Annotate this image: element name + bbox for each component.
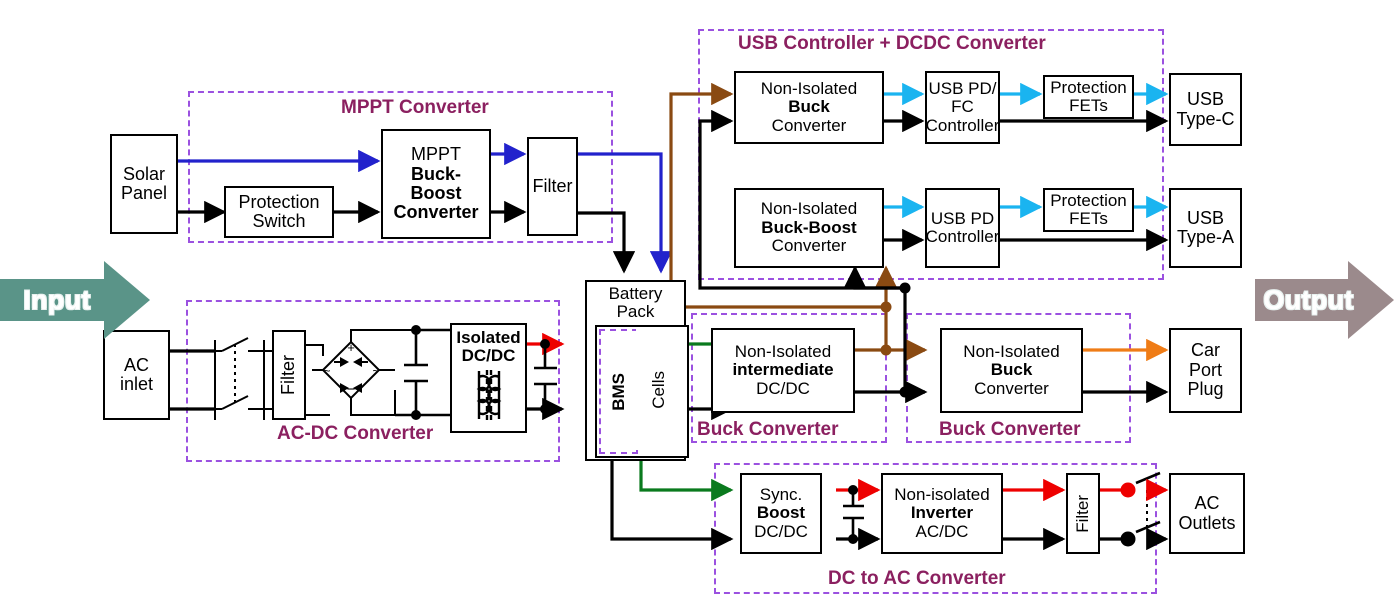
block-label: Controller	[925, 115, 1000, 135]
block-label: Non-Isolated	[734, 341, 832, 361]
block-label: Type-A	[1176, 227, 1235, 247]
block-car-buck[interactable]: Non-Isolated Buck Converter	[940, 328, 1083, 413]
block-usb-c-protection-fets[interactable]: Protection FETs	[1043, 75, 1134, 119]
block-diagram-canvas: MPPT Converter USB Controller + DCDC Con…	[0, 0, 1394, 609]
block-label: Pack	[616, 302, 655, 322]
block-label: FETs	[1069, 96, 1108, 115]
group-label-buck1: Buck Converter	[697, 419, 839, 440]
output-arrow: Output	[1255, 261, 1394, 339]
group-label-usb: USB Controller + DCDC Converter	[738, 33, 1046, 54]
block-label: DC/DC	[756, 378, 810, 398]
block-label: USB	[1186, 207, 1224, 228]
block-label: Switch	[252, 211, 306, 231]
block-label: Non-Isolated	[760, 78, 858, 98]
block-label: MPPT	[410, 144, 461, 165]
block-sync-boost[interactable]: Sync. Boost DC/DC	[740, 473, 822, 554]
group-label-buck2: Buck Converter	[939, 419, 1081, 440]
block-label: Non-Isolated	[963, 341, 1060, 361]
block-label: BMS	[608, 372, 628, 411]
block-label: inlet	[119, 374, 154, 394]
block-usb-c-buck[interactable]: Non-Isolated Buck Converter	[734, 71, 884, 144]
block-label: AC	[1194, 493, 1220, 514]
block-label: Inverter	[910, 503, 974, 523]
block-label: Filter	[278, 355, 299, 395]
block-label: Panel	[120, 183, 168, 203]
block-label: Converter	[771, 115, 847, 135]
block-label: Buck	[788, 97, 830, 117]
block-label: intermediate	[732, 360, 834, 380]
block-protection-switch[interactable]: Protection Switch	[224, 186, 334, 238]
block-label: Port	[1188, 359, 1222, 380]
block-label: USB PD/	[928, 78, 997, 98]
block-cells[interactable]: Cells	[636, 329, 681, 450]
block-label: Converter	[393, 202, 479, 223]
output-arrow-label: Output	[1263, 284, 1354, 315]
block-inverter-filter[interactable]: Filter	[1066, 473, 1100, 554]
block-label: Filter	[532, 175, 573, 196]
block-usb-pd-controller[interactable]: USB PD Controller	[925, 188, 1000, 268]
block-label: FETs	[1069, 209, 1108, 228]
block-label: USB PD	[930, 208, 995, 228]
group-label-mppt: MPPT Converter	[341, 97, 489, 118]
block-usb-pd-fc-controller[interactable]: USB PD/ FC Controller	[925, 71, 1000, 144]
block-usb-type-a[interactable]: USB Type-A	[1169, 188, 1242, 268]
block-label: Boost	[410, 183, 462, 203]
block-car-port-plug[interactable]: Car Port Plug	[1169, 328, 1242, 413]
block-label: AC/DC	[915, 521, 969, 541]
block-label: AC	[123, 354, 149, 375]
block-usb-a-protection-fets[interactable]: Protection FETs	[1043, 188, 1134, 232]
block-label: Outlets	[1178, 512, 1236, 533]
input-arrow: Input	[0, 261, 150, 339]
block-label: Solar	[122, 163, 166, 184]
block-isolated-dcdc[interactable]: Isolated DC/DC	[450, 323, 527, 433]
input-arrow-label: Input	[23, 284, 91, 315]
block-label: Non-isolated	[894, 484, 990, 504]
block-label: Battery	[608, 284, 663, 303]
block-usb-type-c[interactable]: USB Type-C	[1169, 73, 1242, 146]
block-inverter[interactable]: Non-isolated Inverter AC/DC	[881, 473, 1003, 554]
group-label-acdc: AC-DC Converter	[277, 423, 434, 444]
block-label: Converter	[771, 236, 847, 256]
block-usb-a-buck-boost[interactable]: Non-Isolated Buck-Boost Converter	[734, 188, 884, 268]
block-label: Buck-	[410, 163, 461, 184]
block-label: Protection	[1050, 77, 1127, 97]
block-label: Isolated	[456, 328, 521, 347]
block-label: Cells	[648, 370, 668, 409]
block-solar-panel[interactable]: Solar Panel	[110, 134, 178, 234]
block-ac-inlet[interactable]: AC inlet	[103, 330, 170, 420]
block-intermediate-dcdc[interactable]: Non-Isolated intermediate DC/DC	[711, 328, 855, 413]
block-label: Buck-Boost	[761, 217, 857, 237]
block-label: Non-Isolated	[760, 199, 858, 219]
block-label: Sync.	[759, 484, 803, 504]
block-label: Protection	[1050, 190, 1127, 210]
block-label: Car	[1190, 340, 1220, 361]
block-bms[interactable]: BMS	[599, 329, 638, 454]
block-ac-filter[interactable]: Filter	[272, 330, 306, 420]
block-mppt-filter[interactable]: Filter	[527, 137, 578, 236]
block-label: FC	[951, 97, 974, 117]
block-label: Converter	[974, 378, 1049, 398]
block-ac-outlets[interactable]: AC Outlets	[1169, 473, 1245, 554]
group-label-dcac: DC to AC Converter	[828, 568, 1006, 589]
block-label: Boost	[756, 503, 806, 523]
block-label: Type-C	[1176, 108, 1235, 129]
block-label: Protection	[238, 191, 320, 212]
block-label: DC/DC	[461, 346, 516, 366]
transformer-icon	[476, 369, 501, 420]
block-label: Controller	[925, 227, 1000, 246]
block-mppt-buck-boost[interactable]: MPPT Buck- Boost Converter	[381, 129, 491, 239]
block-label: Buck	[990, 360, 1033, 380]
block-label: DC/DC	[754, 521, 808, 541]
block-label: USB	[1186, 89, 1224, 110]
block-label: Plug	[1187, 379, 1224, 400]
block-label: Filter	[1072, 494, 1092, 533]
